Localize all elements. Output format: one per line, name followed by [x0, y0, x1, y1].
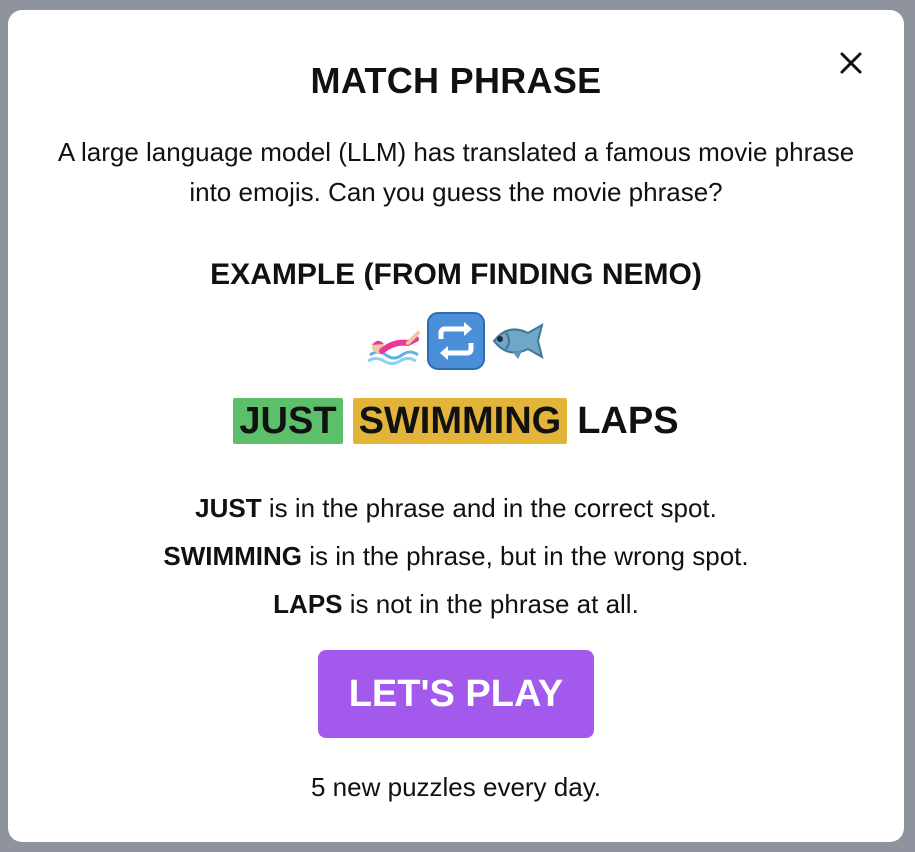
rule-word: JUST	[195, 493, 262, 523]
rule-text: is in the phrase, but in the wrong spot.	[302, 541, 749, 571]
rule-word: LAPS	[273, 589, 343, 619]
rule-text: is not in the phrase at all.	[342, 589, 639, 619]
word-not-in-phrase: LAPS	[577, 400, 679, 442]
example-guess: JUST SWIMMING LAPS	[8, 398, 904, 444]
rule-absent: LAPS is not in the phrase at all.	[8, 580, 904, 628]
example-heading: EXAMPLE (FROM FINDING NEMO)	[210, 258, 702, 291]
word-wrong-spot: SWIMMING	[352, 398, 568, 444]
person-swimming-icon	[367, 331, 420, 365]
instructions-modal: MATCH PHRASE A large language model (LLM…	[8, 10, 904, 842]
rule-present: SWIMMING is in the phrase, but in the wr…	[8, 532, 904, 580]
example-emojis	[8, 310, 904, 372]
lets-play-button[interactable]: LET'S PLAY	[318, 650, 594, 738]
rule-correct: JUST is in the phrase and in the correct…	[8, 484, 904, 532]
rule-word: SWIMMING	[163, 541, 303, 571]
footer-text: 5 new puzzles every day.	[311, 772, 601, 802]
fish-icon	[492, 322, 544, 360]
word-correct-spot: JUST	[233, 398, 343, 444]
modal-title: MATCH PHRASE	[310, 60, 602, 101]
close-icon[interactable]	[835, 47, 867, 79]
rule-text: is in the phrase and in the correct spot…	[261, 493, 717, 523]
repeat-arrows-icon	[427, 312, 485, 370]
rules-list: JUST is in the phrase and in the correct…	[8, 484, 904, 628]
intro-text: A large language model (LLM) has transla…	[57, 137, 855, 207]
